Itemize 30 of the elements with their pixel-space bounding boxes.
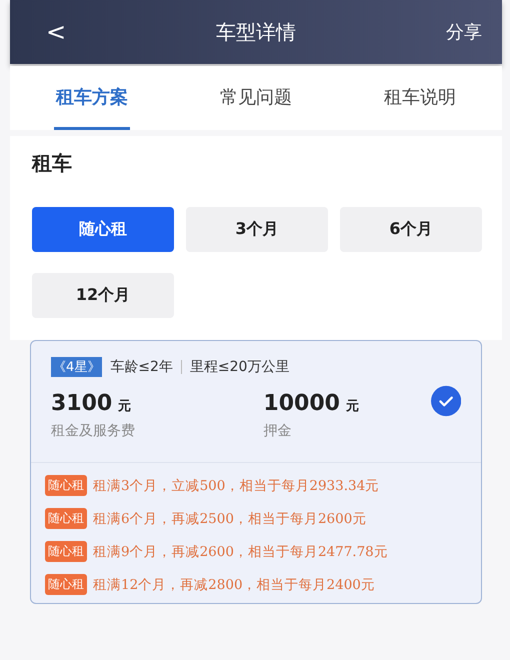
offer-text: 租满9个月，再减2600，相当于每月2477.78元 xyxy=(93,542,388,560)
tab[interactable]: 租车方案 xyxy=(54,66,130,130)
plan-option[interactable]: 6个月 xyxy=(340,207,482,252)
offer-text: 租满12个月，再减2800，相当于每月2400元 xyxy=(93,576,375,594)
offer-tag: 随心租 xyxy=(45,574,87,595)
price-label: 租金及服务费 xyxy=(51,422,136,440)
offer-text: 租满3个月，立减500，相当于每月2933.34元 xyxy=(93,476,380,494)
back-button[interactable]: < xyxy=(46,18,66,46)
check-icon xyxy=(430,384,461,416)
price-label: 押金 xyxy=(263,422,292,440)
price-amount: 10000 xyxy=(263,391,340,416)
mileage: 里程≤20万公里 xyxy=(190,358,290,376)
price-unit: 元 xyxy=(118,398,132,415)
car-age: 车龄≤2年 xyxy=(110,358,173,376)
offer-tag: 随心租 xyxy=(45,475,87,496)
plan-option[interactable]: 随心租 xyxy=(32,207,174,252)
offer-tag: 随心租 xyxy=(45,508,87,529)
plan-card[interactable]: 《4星》 车龄≤2年 里程≤20万公里 3100 元 租金及服务费 10000 元 押金 随心租 租满3个月，立减500，相当于每月2933.34元 随心租 租满6个月，再减2500，相当于每月2600元 随心租 租满9个月，再减2600，相当于每月2477.78元 随心租 租满12个月，再减2800，相当于每月2400元 xyxy=(30,340,482,604)
plan-option[interactable]: 3个月 xyxy=(186,207,328,252)
offer-text: 租满6个月，再减2500，相当于每月2600元 xyxy=(93,510,366,528)
tab[interactable]: 常见问题 xyxy=(218,66,294,130)
share-button[interactable]: 分享 xyxy=(446,20,482,44)
star-tag: 《4星》 xyxy=(51,357,102,377)
page-title: 车型详情 xyxy=(216,18,296,46)
tab[interactable]: 租车说明 xyxy=(382,66,458,130)
offer-tag: 随心租 xyxy=(45,541,87,562)
section-title: 租车 xyxy=(10,136,502,207)
plan-option[interactable]: 12个月 xyxy=(32,273,174,318)
price-unit: 元 xyxy=(346,398,359,415)
price-amount: 3100 xyxy=(51,391,112,416)
